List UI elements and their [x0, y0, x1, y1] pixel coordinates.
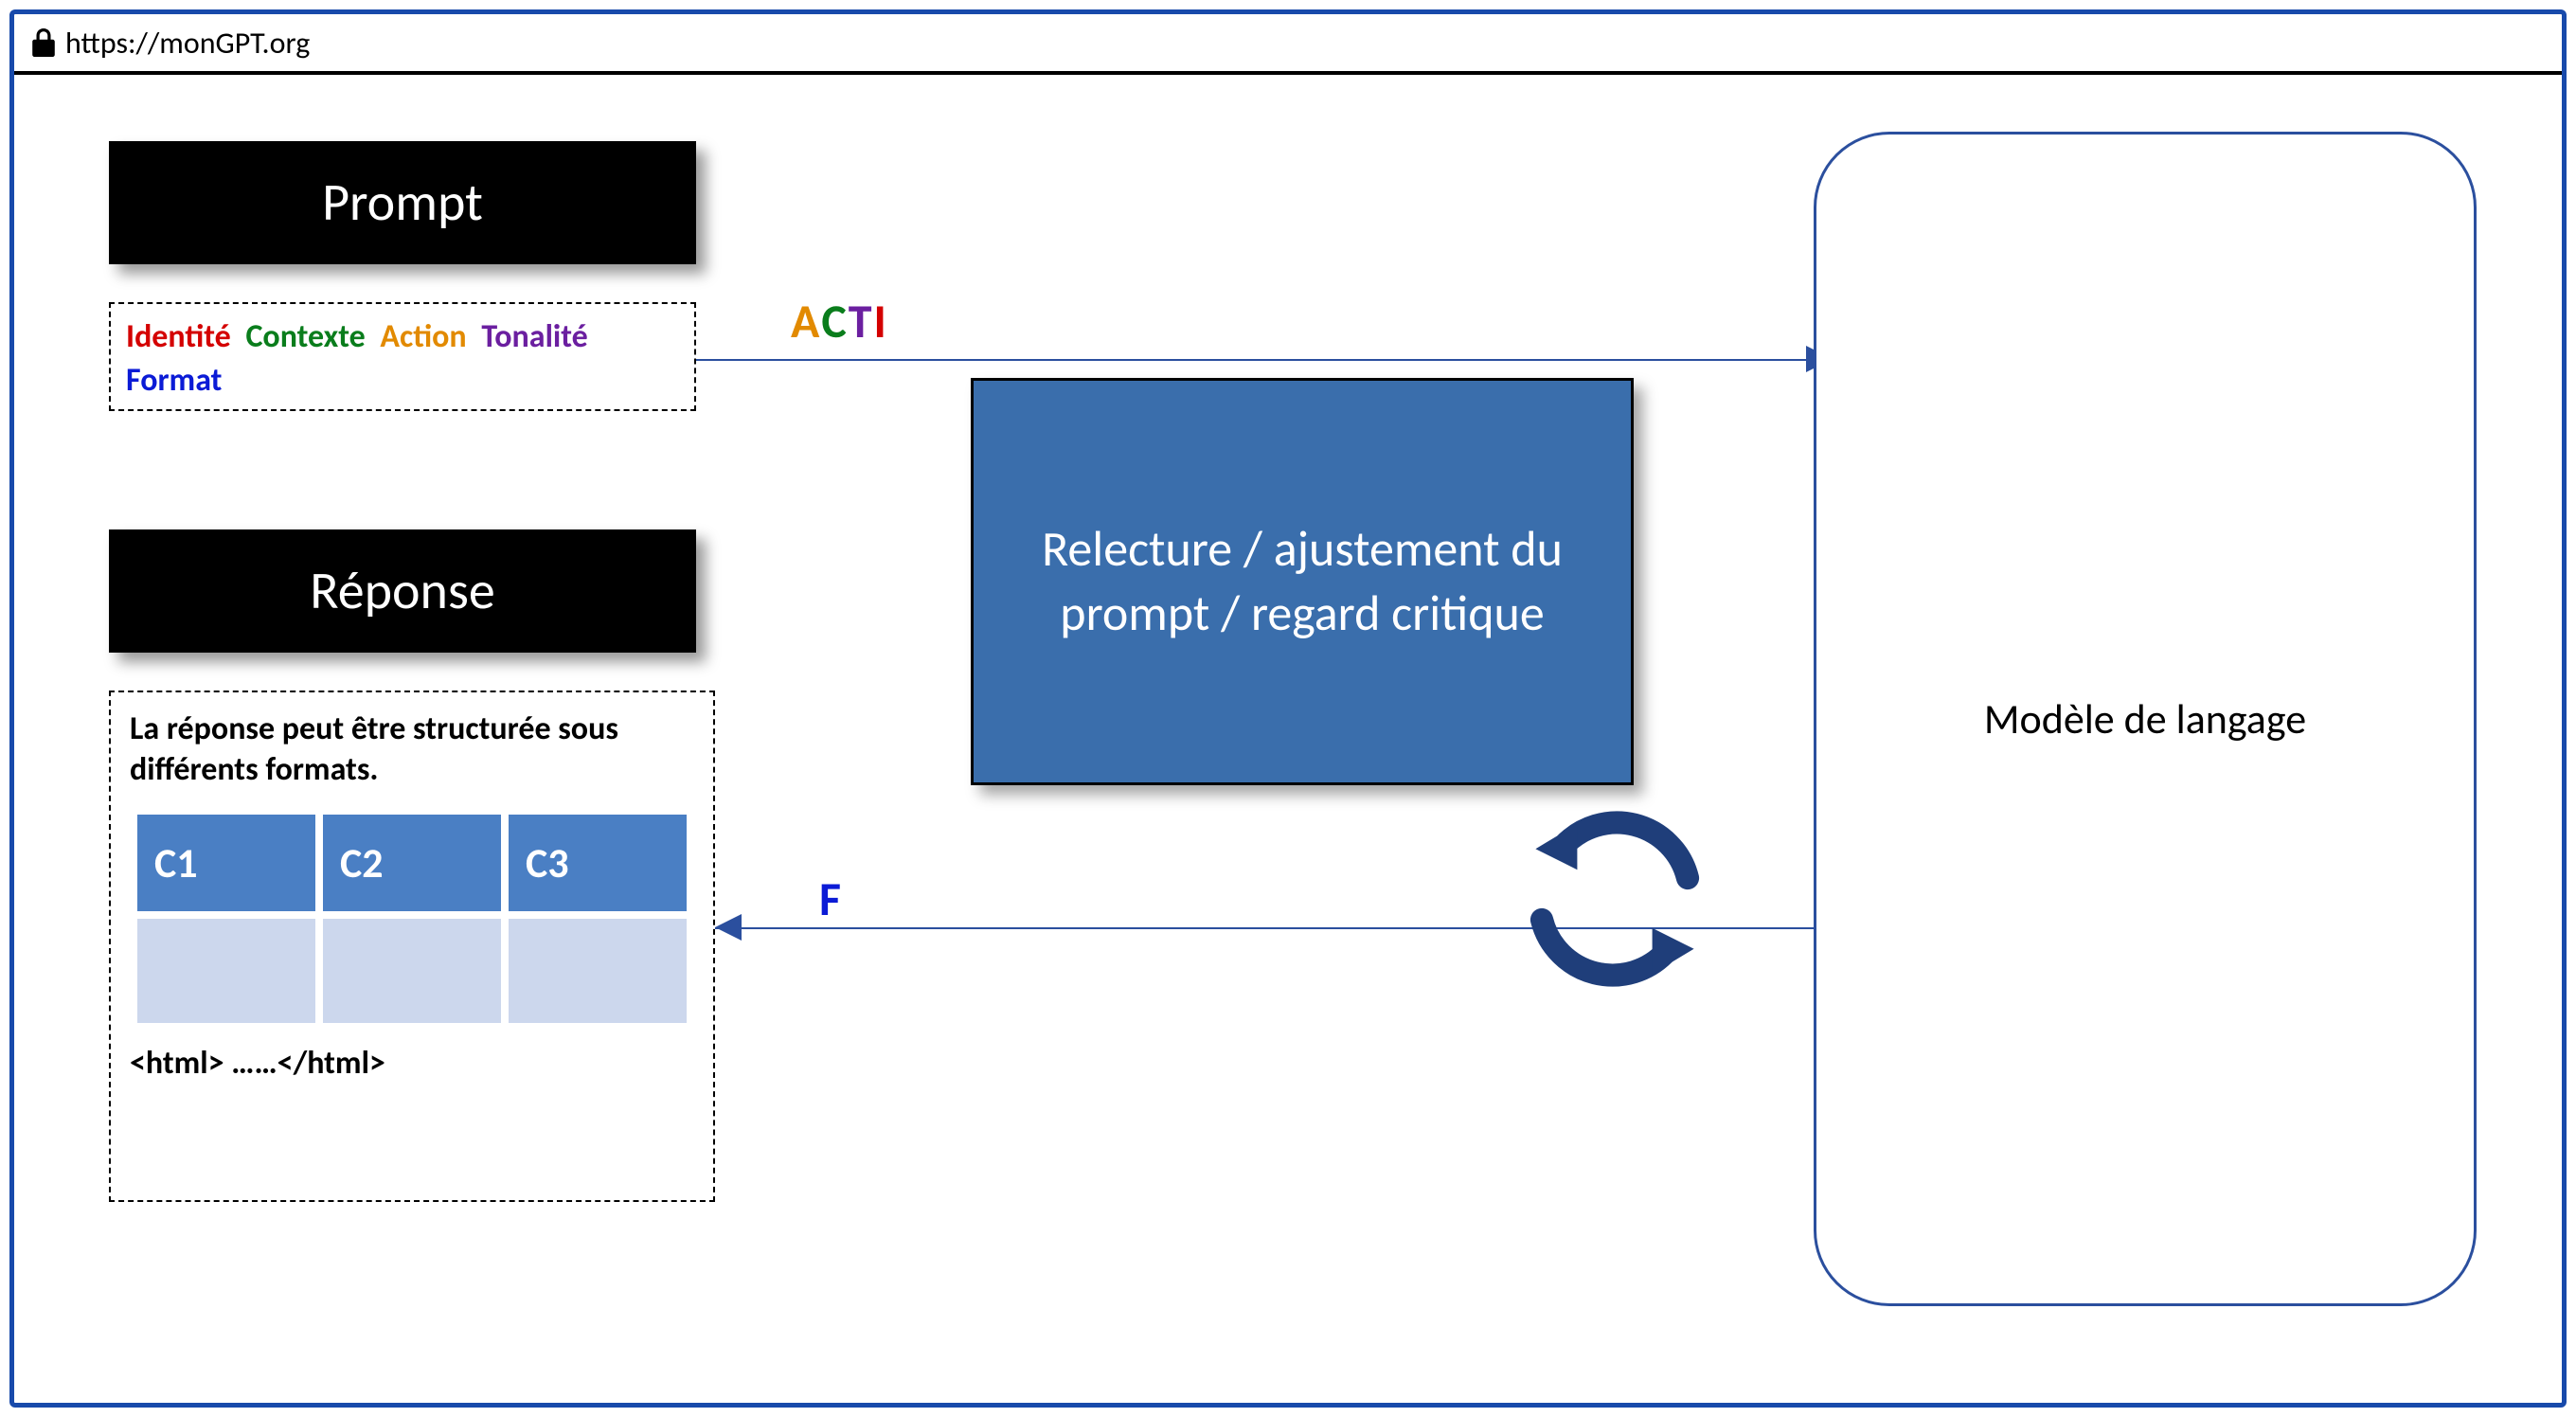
palette-action: Action: [380, 317, 466, 356]
prompt-palette-box: Identité Contexte Action Tonalité Format: [109, 302, 696, 411]
acti-c: C: [821, 293, 848, 350]
f-label: F: [819, 870, 841, 928]
diagram-frame: https://monGPT.org Prompt Identité Conte…: [0, 0, 2576, 1417]
acti-t: T: [849, 293, 874, 350]
language-model-box: Modèle de langage: [1814, 132, 2477, 1306]
address-bar: https://monGPT.org: [14, 14, 2562, 75]
review-text: Relecture / ajustement du prompt / regar…: [1002, 517, 1602, 645]
palette-identite: Identité: [126, 317, 231, 356]
acti-a: A: [791, 293, 821, 350]
diagram-canvas: Prompt Identité Contexte Action Tonalité…: [14, 75, 2562, 1403]
table-cell: [509, 919, 687, 1023]
lock-icon: [31, 28, 56, 57]
table-header-c2: C2: [323, 815, 501, 911]
prompt-title: Prompt: [322, 170, 483, 235]
table-cell: [323, 919, 501, 1023]
arrow-head-left-icon: [715, 914, 742, 941]
table-cell: [137, 919, 315, 1023]
reponse-title: Réponse: [310, 559, 494, 623]
palette-contexte: Contexte: [245, 317, 365, 356]
palette-tonalite: Tonalité: [481, 317, 587, 356]
palette-format: Format: [126, 361, 222, 400]
language-model-label: Modèle de langage: [1984, 693, 2306, 744]
table-header-c3: C3: [509, 815, 687, 911]
cycle-arrows-icon: [1511, 795, 1719, 1003]
reponse-title-box: Réponse: [109, 529, 696, 653]
acti-i: I: [874, 293, 888, 350]
table-row: [137, 919, 687, 1023]
browser-window: https://monGPT.org Prompt Identité Conte…: [9, 9, 2567, 1408]
url-text: https://monGPT.org: [65, 25, 310, 62]
html-sample-text: <html> ……</html>: [130, 1044, 694, 1083]
reponse-detail-box: La réponse peut être structurée sous dif…: [109, 691, 715, 1202]
sample-table: C1 C2 C3: [130, 807, 694, 1031]
prompt-title-box: Prompt: [109, 141, 696, 264]
acti-label: ACTI: [791, 293, 888, 350]
arrow-prompt-to-model: [696, 359, 1814, 361]
table-header-c1: C1: [137, 815, 315, 911]
review-box: Relecture / ajustement du prompt / regar…: [971, 378, 1634, 785]
reponse-description: La réponse peut être structurée sous dif…: [130, 709, 694, 790]
